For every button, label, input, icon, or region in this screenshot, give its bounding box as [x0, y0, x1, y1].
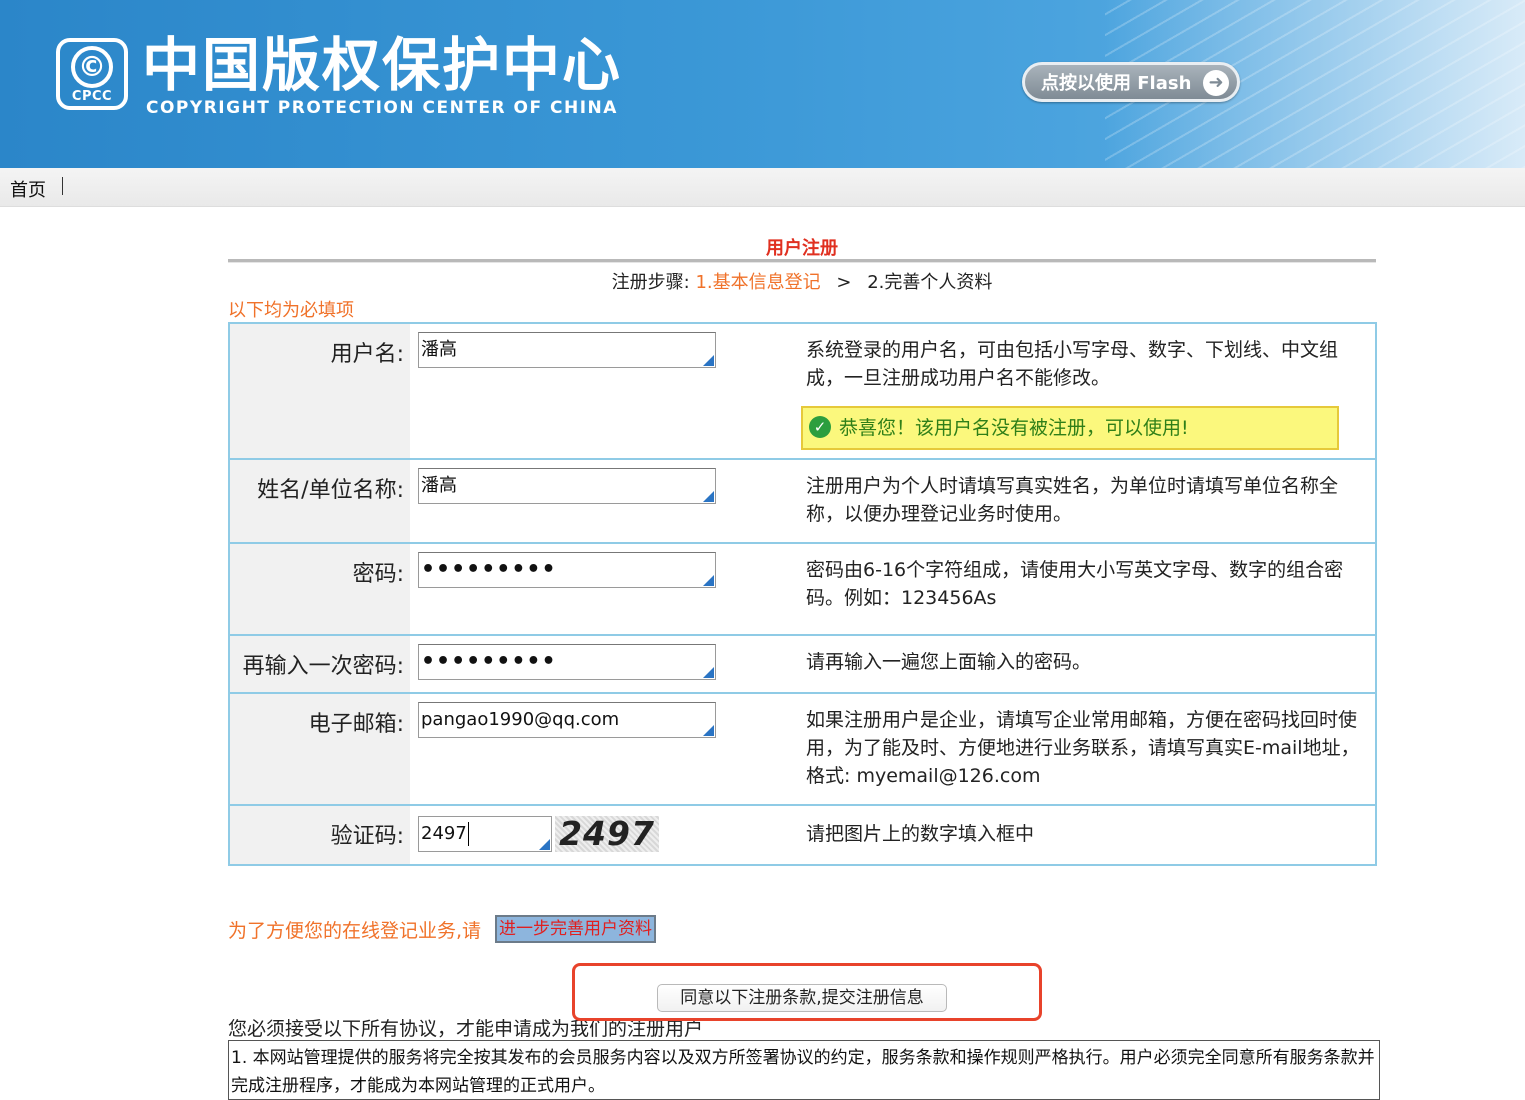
form-row-name: 姓名/单位名称: 潘高 注册用户为个人时请填写真实姓名，为单位时请填写单位名称全…: [230, 460, 1375, 544]
password-label: 密码:: [352, 562, 404, 587]
terms-textarea[interactable]: 1. 本网站管理提供的服务将完全按其发布的会员服务内容以及双方所签署协议的约定，…: [228, 1040, 1380, 1100]
label-cell: 用户名:: [230, 324, 410, 458]
submit-registration-button[interactable]: 同意以下注册条款,提交注册信息: [657, 984, 947, 1012]
username-available-message: ✓ 恭喜您！该用户名没有被注册，可以使用!: [801, 406, 1339, 450]
flash-button-label: 点按以使用 Flash: [1041, 73, 1192, 94]
step-separator: >: [836, 272, 852, 293]
copyright-icon: ©: [71, 46, 113, 88]
username-input[interactable]: 潘高: [418, 332, 716, 368]
captcha-image[interactable]: 2497: [555, 816, 659, 852]
title-divider: [228, 259, 1376, 263]
name-label: 姓名/单位名称:: [257, 478, 404, 503]
step-complete-profile: 2.完善个人资料: [867, 272, 993, 293]
step-basic-info: 1.基本信息登记: [695, 272, 821, 293]
password-hint: 密码由6-16个字符组成，请使用大小写英文字母、数字的组合密码。例如：12345…: [806, 559, 1344, 609]
check-circle-icon: ✓: [809, 416, 831, 438]
label-cell: 验证码:: [230, 806, 410, 864]
registration-form: 用户名: 潘高 系统登录的用户名，可由包括小写字母、数字、下划线、中文组成，一旦…: [228, 322, 1377, 866]
name-hint: 注册用户为个人时请填写真实姓名，为单位时请填写单位名称全称，以便办理登记业务时使…: [806, 475, 1339, 525]
username-hint: 系统登录的用户名，可由包括小写字母、数字、下划线、中文组成，一旦注册成功用户名不…: [806, 339, 1339, 389]
arrow-right-circle-icon: ➜: [1203, 70, 1229, 96]
password-input[interactable]: •••••••••: [418, 552, 716, 588]
captcha-hint: 请把图片上的数字填入框中: [806, 823, 1035, 845]
nav-separator: [62, 177, 63, 195]
name-input[interactable]: 潘高: [418, 468, 716, 504]
form-row-email: 电子邮箱: pangao1990@qq.com 如果注册用户是企业，请填写企业常…: [230, 694, 1375, 806]
captcha-input[interactable]: 2497: [418, 816, 552, 852]
email-hint: 如果注册用户是企业，请填写企业常用邮箱，方便在密码找回时使用，为了能及时、方便地…: [806, 709, 1360, 787]
email-input[interactable]: pangao1990@qq.com: [418, 702, 716, 738]
form-row-password: 密码: ••••••••• 密码由6-16个字符组成，请使用大小写英文字母、数字…: [230, 544, 1375, 636]
captcha-label: 验证码:: [330, 824, 404, 849]
username-available-text: 恭喜您！该用户名没有被注册，可以使用!: [839, 417, 1189, 439]
page-title: 用户注册: [766, 238, 838, 259]
header-banner: © CPCC 中国版权保护中心 COPYRIGHT PROTECTION CEN…: [0, 0, 1525, 168]
site-title: 中国版权保护中心: [142, 31, 623, 99]
site-subtitle: COPYRIGHT PROTECTION CENTER OF CHINA: [146, 98, 618, 118]
form-row-confirm-password: 再输入一次密码: ••••••••• 请再输入一遍您上面输入的密码。: [230, 636, 1375, 694]
confirm-password-label: 再输入一次密码:: [242, 654, 404, 679]
registration-steps: 注册步骤: 1.基本信息登记 > 2.完善个人资料: [228, 268, 1376, 294]
label-cell: 姓名/单位名称:: [230, 460, 410, 542]
nav-home-link[interactable]: 首页: [10, 176, 46, 202]
logo-abbr: CPCC: [71, 89, 113, 104]
confirm-password-hint: 请再输入一遍您上面输入的密码。: [806, 651, 1092, 673]
complete-profile-button[interactable]: 进一步完善用户资料: [495, 915, 656, 943]
form-row-captcha: 验证码: 2497 2497 请把图片上的数字填入框中: [230, 806, 1375, 864]
username-label: 用户名:: [330, 342, 404, 367]
flash-button[interactable]: 点按以使用 Flash ➜: [1022, 62, 1240, 102]
label-cell: 再输入一次密码:: [230, 636, 410, 692]
label-cell: 电子邮箱:: [230, 694, 410, 804]
steps-prefix: 注册步骤:: [611, 272, 690, 293]
text-caret: [467, 822, 469, 846]
complete-profile-note: 为了方便您的在线登记业务,请: [228, 920, 482, 942]
label-cell: 密码:: [230, 544, 410, 634]
captcha-input-value: 2497: [421, 823, 467, 844]
form-row-username: 用户名: 潘高 系统登录的用户名，可由包括小写字母、数字、下划线、中文组成，一旦…: [230, 324, 1375, 460]
nav-bar: 首页: [0, 168, 1525, 207]
required-note: 以下均为必填项: [228, 300, 354, 321]
email-label: 电子邮箱:: [308, 712, 404, 737]
confirm-password-input[interactable]: •••••••••: [418, 644, 716, 680]
cpcc-logo: © CPCC: [56, 38, 128, 110]
